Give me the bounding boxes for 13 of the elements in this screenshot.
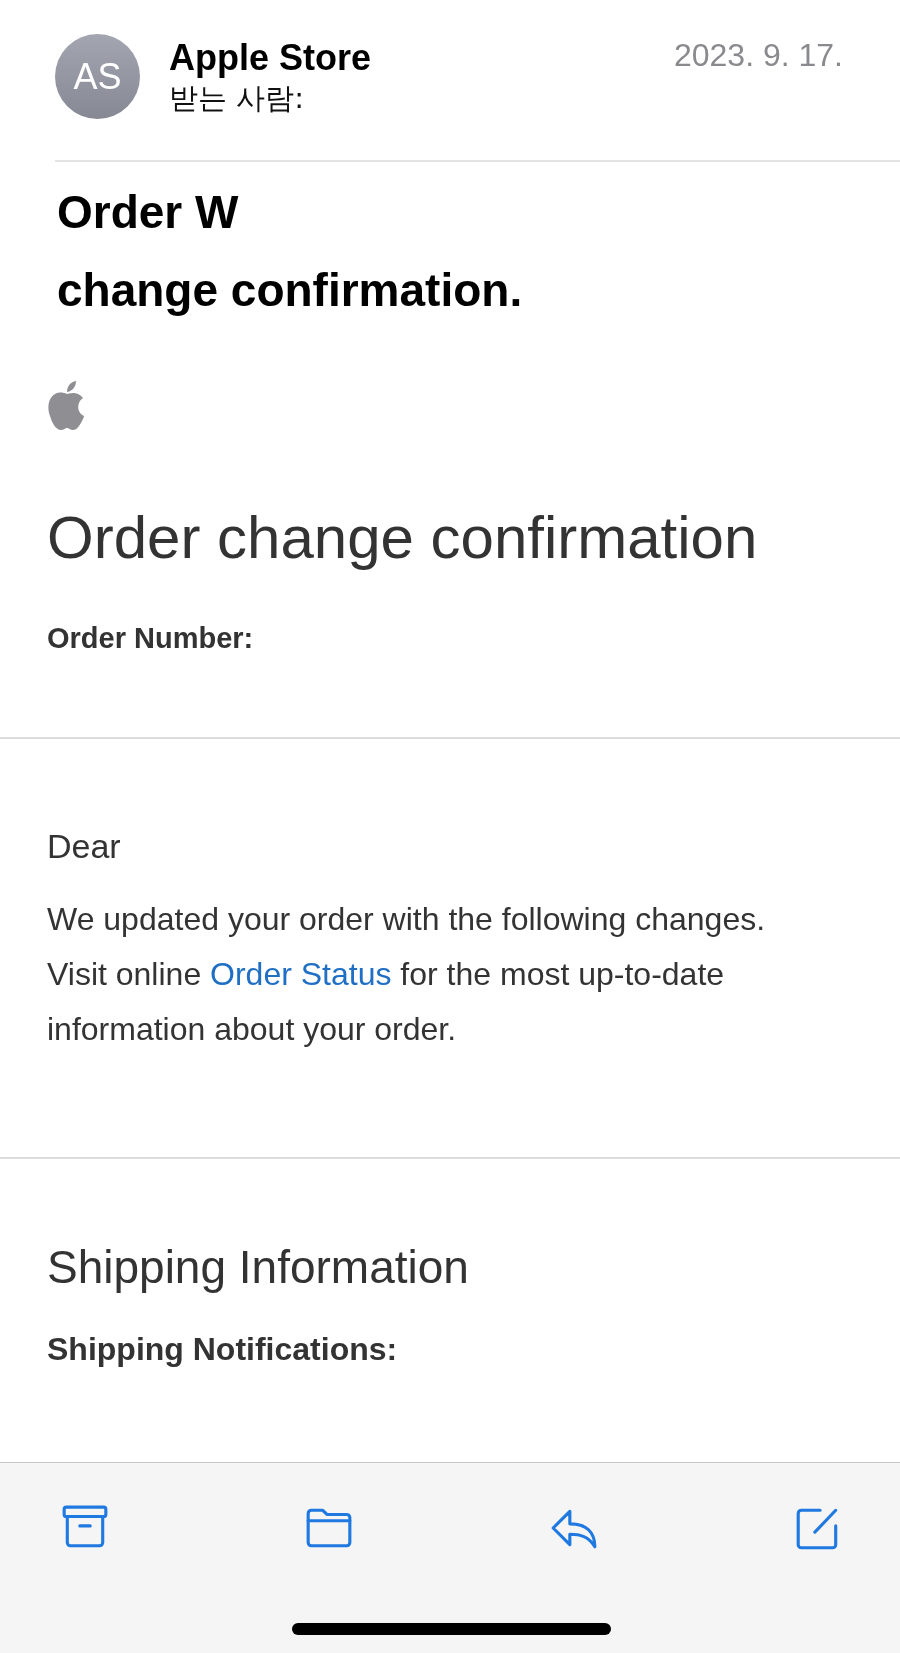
paragraph: We updated your order with the following changes. Visit online Order Status for the most up-to-date information about your order. (47, 900, 767, 1049)
section-heading: Shipping Information (47, 1240, 469, 1295)
recipient-label: 받는 사람: (169, 80, 305, 116)
greeting: Dear (47, 827, 121, 866)
section-subheading: Shipping Notifications: (47, 1331, 398, 1368)
date: 2023. 9. 17. (673, 36, 843, 74)
subject-line: Order W (57, 185, 239, 240)
email-heading: Order change confirmation (47, 503, 759, 573)
order-status-link[interactable]: Order Status (210, 956, 392, 992)
subject-line: change confirmation. (57, 263, 523, 318)
sender-name: Apple Store (169, 36, 373, 80)
avatar: AS (55, 34, 140, 119)
order-number-label: Order Number: (47, 622, 254, 655)
